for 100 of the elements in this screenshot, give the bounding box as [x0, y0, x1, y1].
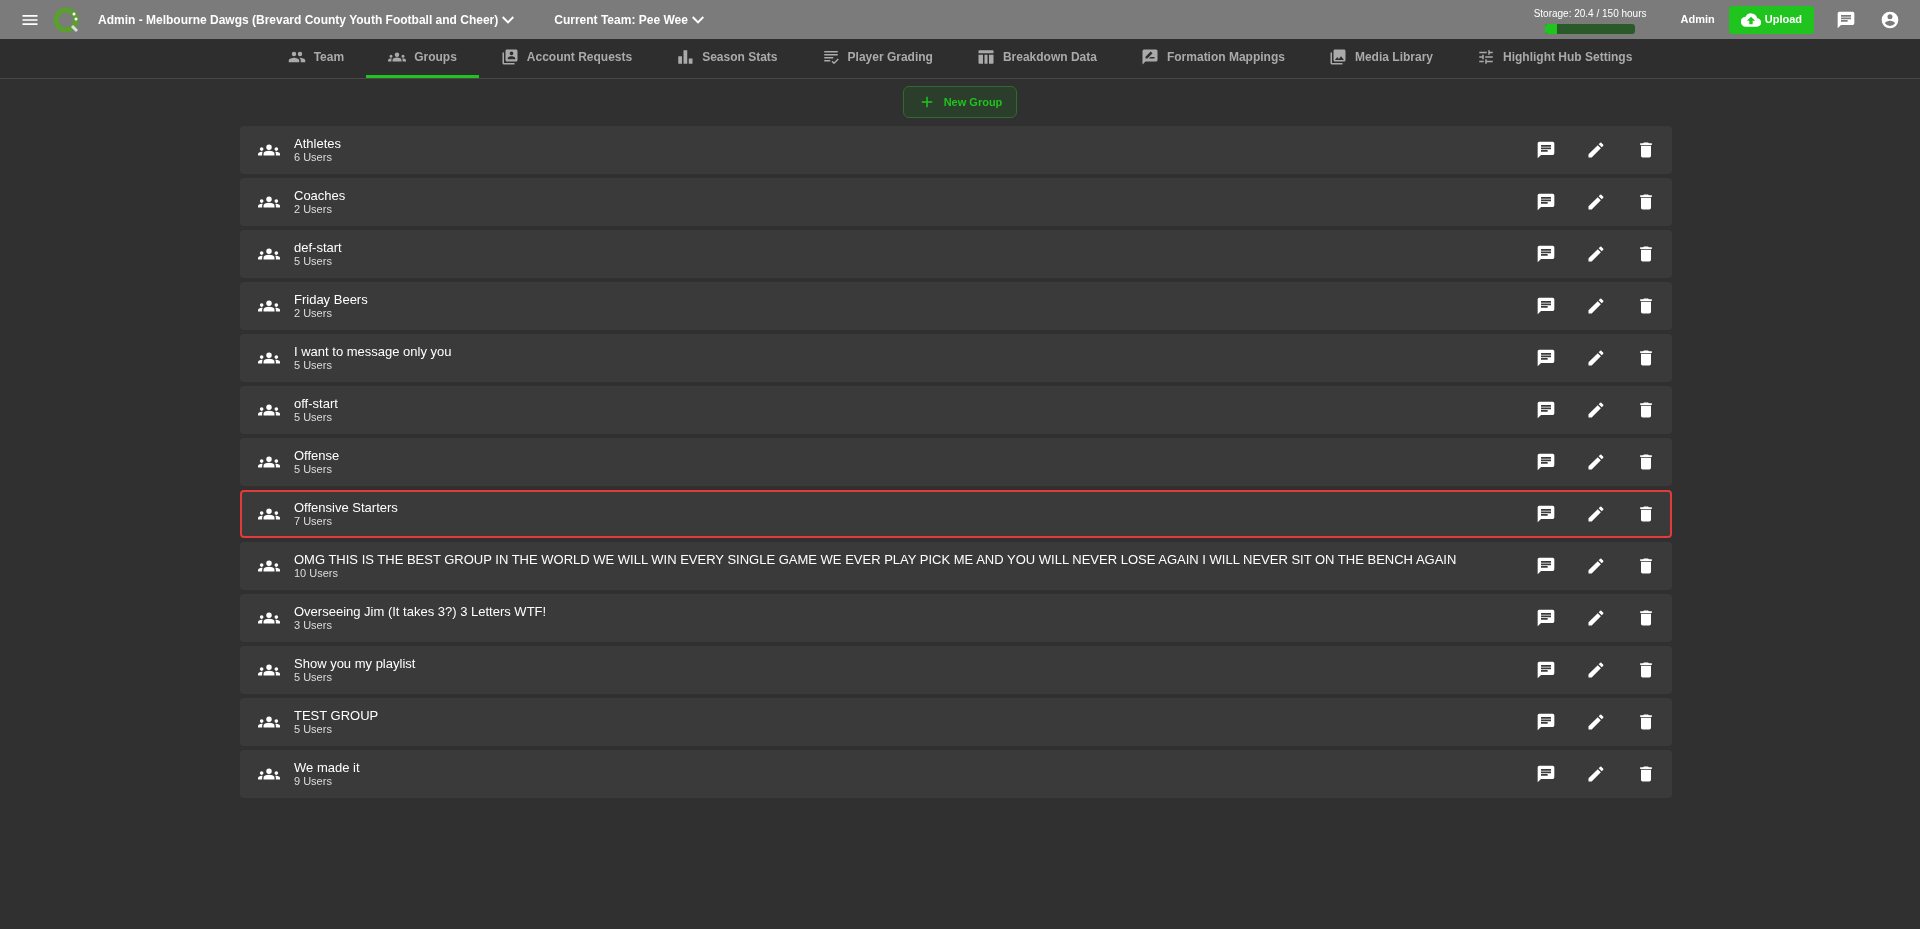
chat-icon [1536, 712, 1556, 732]
edit-button[interactable] [1586, 244, 1606, 264]
edit-button[interactable] [1586, 660, 1606, 680]
group-name: Coaches [294, 187, 346, 204]
nav-tab[interactable]: Team [265, 39, 367, 78]
group-row[interactable]: def-start 5 Users [240, 230, 1672, 278]
group-row[interactable]: Coaches 2 Users [240, 178, 1672, 226]
nav-tab[interactable]: Groups [366, 39, 479, 78]
group-name: off-start [294, 395, 338, 412]
nav-tab[interactable]: Highlight Hub Settings [1455, 39, 1655, 78]
chat-icon [1836, 9, 1856, 30]
pencil-icon [1586, 504, 1606, 524]
chat-icon [1536, 452, 1556, 472]
pen-note-icon [1140, 48, 1159, 66]
group-row[interactable]: We made it 9 Users [240, 750, 1672, 798]
pencil-icon [1586, 608, 1606, 628]
user-count: 2 Users [294, 307, 333, 321]
nav-tab[interactable]: Breakdown Data [954, 39, 1119, 78]
message-button[interactable] [1536, 192, 1556, 212]
group-name: I want to message only you [294, 343, 452, 360]
user-count: 7 Users [294, 515, 333, 529]
message-button[interactable] [1536, 712, 1556, 732]
edit-button[interactable] [1586, 140, 1606, 160]
group-row[interactable]: Offense 5 Users [240, 438, 1672, 486]
checklist-icon [821, 48, 840, 66]
nav-tab[interactable]: Formation Mappings [1118, 39, 1307, 78]
edit-button[interactable] [1586, 608, 1606, 628]
group-name: OMG THIS IS THE BEST GROUP IN THE WORLD WE WILL WIN EVERY SINGLE GAME WE EVER PLAY PICK ME AND YOU WILL NEVER LOSE AGAIN I WILL NEVER SIT ON THE BENCH AGAIN [294, 551, 1457, 568]
team-dropdown[interactable]: Current Team: Pee Wee [554, 10, 704, 29]
group-row[interactable]: Athletes 6 Users [240, 126, 1672, 174]
group-row[interactable]: TEST GROUP 5 Users [240, 698, 1672, 746]
user-count: 6 Users [294, 151, 333, 165]
edit-button[interactable] [1586, 348, 1606, 368]
nav-tab[interactable]: Season Stats [654, 39, 800, 78]
pencil-icon [1586, 556, 1606, 576]
edit-button[interactable] [1586, 452, 1606, 472]
edit-button[interactable] [1586, 764, 1606, 784]
nav-tab[interactable]: Media Library [1306, 39, 1455, 78]
group-row[interactable]: Offensive Starters 7 Users [240, 490, 1672, 538]
edit-button[interactable] [1586, 296, 1606, 316]
chat-icon [1536, 192, 1556, 212]
group-name: Show you my playlist [294, 655, 416, 672]
images-icon [1328, 48, 1347, 66]
edit-button[interactable] [1586, 504, 1606, 524]
group-row[interactable]: off-start 5 Users [240, 386, 1672, 434]
new-group-button[interactable]: New Group [902, 86, 1018, 118]
group-name: Overseeing Jim (It takes 3?) 3 Letters WTF! [294, 603, 547, 620]
chat-icon [1536, 244, 1556, 264]
sliders-icon [1477, 48, 1495, 66]
chevron-down-icon [691, 15, 704, 24]
account-button[interactable] [1880, 9, 1900, 30]
chat-icon [1536, 504, 1556, 524]
user-count: 5 Users [294, 723, 333, 737]
chat-icon [1536, 764, 1556, 784]
table-icon [976, 48, 995, 66]
edit-button[interactable] [1586, 556, 1606, 576]
pencil-icon [1586, 660, 1606, 680]
group-name: Friday Beers [294, 291, 368, 308]
message-button[interactable] [1536, 348, 1556, 368]
bar-chart-icon [676, 48, 695, 66]
message-button[interactable] [1536, 556, 1556, 576]
user-count: 5 Users [294, 411, 333, 425]
message-button[interactable] [1536, 400, 1556, 420]
user-count: 10 Users [294, 567, 340, 581]
edit-button[interactable] [1586, 712, 1606, 732]
group-row[interactable]: Overseeing Jim (It takes 3?) 3 Letters WTF! 3 Users [240, 594, 1672, 642]
nav-tab[interactable]: Player Grading [799, 39, 955, 78]
message-button[interactable] [1536, 764, 1556, 784]
edit-button[interactable] [1586, 400, 1606, 420]
user-count: 5 Users [294, 671, 333, 685]
edit-button[interactable] [1586, 192, 1606, 212]
group-name: def-start [294, 239, 342, 256]
logo-icon [52, 5, 80, 34]
pencil-icon [1586, 400, 1606, 420]
group-row[interactable]: Show you my playlist 5 Users [240, 646, 1672, 694]
user-icon [1880, 9, 1900, 30]
messages-button[interactable] [1836, 9, 1856, 30]
user-count: 9 Users [294, 775, 333, 789]
message-button[interactable] [1536, 504, 1556, 524]
chat-icon [1536, 400, 1556, 420]
message-button[interactable] [1536, 244, 1556, 264]
message-button[interactable] [1536, 140, 1556, 160]
pencil-icon [1586, 452, 1606, 472]
chat-icon [1536, 556, 1556, 576]
group-name: TEST GROUP [294, 707, 379, 724]
message-button[interactable] [1536, 296, 1556, 316]
message-button[interactable] [1536, 608, 1556, 628]
message-button[interactable] [1536, 452, 1556, 472]
user-count: 5 Users [294, 255, 333, 269]
group-row[interactable]: OMG THIS IS THE BEST GROUP IN THE WORLD WE WILL WIN EVERY SINGLE GAME WE EVER PLAY PICK ME AND YOU WILL NEVER LOSE AGAIN I WILL NEVER SIT ON THE BENCH AGAIN 10 Users [240, 542, 1672, 590]
organization-dropdown[interactable]: Admin - Melbourne Dawgs (Brevard County Youth Football and Cheer) [98, 10, 515, 29]
contact-card-icon [500, 48, 519, 66]
group-name: We made it [294, 759, 360, 776]
group-name: Offense [294, 447, 340, 464]
pencil-icon [1586, 348, 1606, 368]
chat-icon [1536, 348, 1556, 368]
group-row[interactable]: I want to message only you 5 Users [240, 334, 1672, 382]
message-button[interactable] [1536, 660, 1556, 680]
group-row[interactable]: Friday Beers 2 Users [240, 282, 1672, 330]
nav-tab[interactable]: Account Requests [478, 39, 655, 78]
